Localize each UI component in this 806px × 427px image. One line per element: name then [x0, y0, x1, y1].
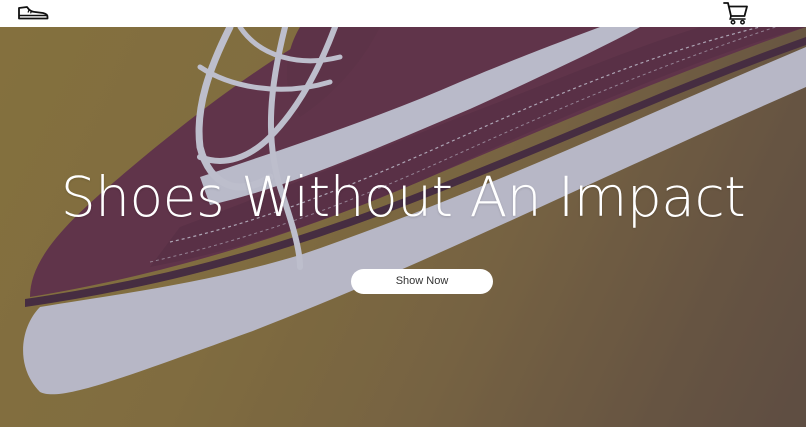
- navbar: [0, 0, 806, 27]
- hero-banner: Shoes Without An Impact Show Now: [0, 27, 806, 427]
- show-now-button[interactable]: Show Now: [351, 269, 493, 294]
- shopping-cart-icon[interactable]: [723, 1, 749, 25]
- sneaker-logo-icon[interactable]: [17, 4, 49, 22]
- hero-headline: Shoes Without An Impact: [60, 165, 746, 229]
